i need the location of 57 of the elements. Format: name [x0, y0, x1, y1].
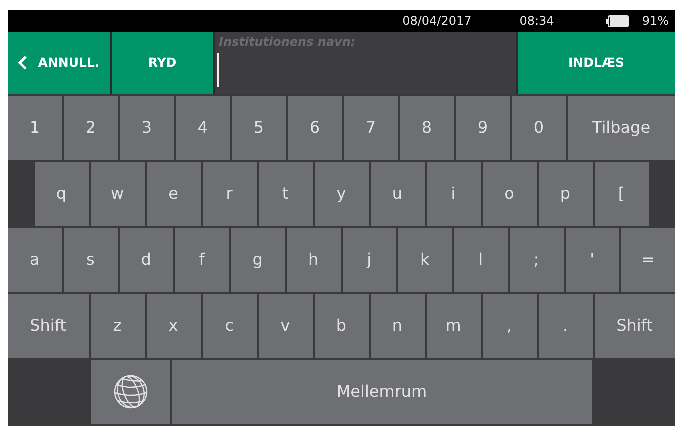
- keyboard-key[interactable]: g: [231, 228, 285, 292]
- keyboard-key[interactable]: v: [258, 294, 312, 358]
- keyboard-key[interactable]: c: [202, 294, 256, 358]
- keyboard-key[interactable]: 6: [288, 96, 342, 160]
- load-button[interactable]: INDLÆS: [518, 32, 675, 94]
- status-date: 08/04/2017: [402, 13, 472, 30]
- keyboard-key[interactable]: x: [146, 294, 200, 358]
- function-key[interactable]: Shift: [594, 294, 675, 358]
- space-key[interactable]: Mellemrum: [172, 360, 592, 424]
- keyboard-key[interactable]: s: [64, 228, 118, 292]
- keyboard-key[interactable]: e: [146, 162, 200, 226]
- keyboard-key[interactable]: ,: [482, 294, 536, 358]
- globe-icon: [112, 374, 148, 410]
- keyboard-key[interactable]: m: [426, 294, 480, 358]
- keyboard-key[interactable]: y: [314, 162, 368, 226]
- keyboard-key[interactable]: j: [342, 228, 396, 292]
- keyboard-key[interactable]: h: [286, 228, 340, 292]
- keyboard-key[interactable]: .: [538, 294, 592, 358]
- keyboard-key[interactable]: ': [566, 228, 620, 292]
- keyboard-key[interactable]: 9: [456, 96, 510, 160]
- keyboard-key[interactable]: 1: [8, 96, 62, 160]
- keyboard-key[interactable]: 7: [344, 96, 398, 160]
- keyboard-key[interactable]: 0: [512, 96, 566, 160]
- keyboard-key[interactable]: b: [314, 294, 368, 358]
- keyboard-key[interactable]: p: [538, 162, 592, 226]
- keyboard-key[interactable]: l: [454, 228, 508, 292]
- keyboard-key[interactable]: a: [8, 228, 62, 292]
- battery-icon: [606, 14, 630, 28]
- keyboard-key[interactable]: 8: [400, 96, 454, 160]
- status-time: 08:34: [520, 13, 554, 30]
- keyboard-key[interactable]: o: [482, 162, 536, 226]
- clear-button[interactable]: RYD: [112, 32, 213, 94]
- keyboard-key[interactable]: f: [175, 228, 229, 292]
- keyboard-key[interactable]: q: [34, 162, 88, 226]
- keyboard-key[interactable]: z: [90, 294, 144, 358]
- function-key[interactable]: Shift: [8, 294, 88, 358]
- keyboard-key[interactable]: k: [398, 228, 452, 292]
- language-key[interactable]: [91, 360, 170, 424]
- keyboard-key[interactable]: t: [258, 162, 312, 226]
- battery-percent: 91%: [642, 13, 669, 30]
- keyboard-key[interactable]: ;: [510, 228, 564, 292]
- text-cursor: [217, 53, 219, 87]
- back-icon: [18, 55, 28, 71]
- function-key[interactable]: Tilbage: [568, 96, 675, 160]
- keyboard-key[interactable]: i: [426, 162, 480, 226]
- keyboard-key[interactable]: r: [202, 162, 256, 226]
- keyboard-key[interactable]: 3: [120, 96, 174, 160]
- keyboard-key[interactable]: 5: [232, 96, 286, 160]
- keyboard-key[interactable]: u: [370, 162, 424, 226]
- keyboard-key[interactable]: 4: [176, 96, 230, 160]
- keyboard-key[interactable]: w: [90, 162, 144, 226]
- keyboard-key[interactable]: =: [621, 228, 675, 292]
- keyboard-key[interactable]: 2: [64, 96, 118, 160]
- keyboard-key[interactable]: n: [370, 294, 424, 358]
- keyboard-key[interactable]: [: [594, 162, 648, 226]
- cancel-button[interactable]: ANNULL.: [8, 32, 110, 94]
- keyboard-key[interactable]: d: [120, 228, 174, 292]
